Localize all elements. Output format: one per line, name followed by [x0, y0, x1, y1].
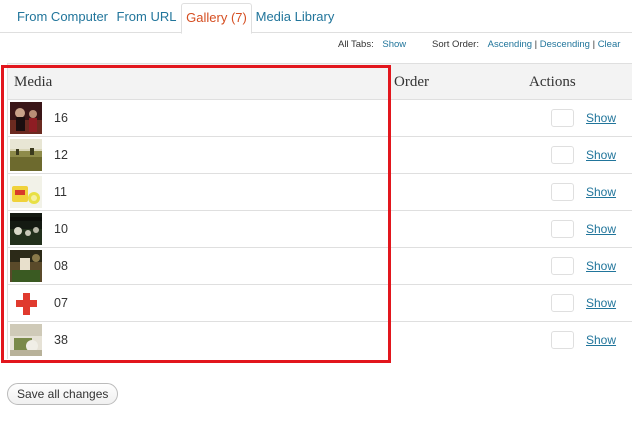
media-title: 08 [54, 259, 68, 273]
column-header-media: Media [14, 74, 53, 90]
menu-order-input[interactable] [551, 331, 574, 349]
show-link[interactable]: Show [586, 248, 616, 284]
sort-ascending-link[interactable]: Ascending [488, 39, 532, 50]
media-title: 12 [54, 148, 68, 162]
sort-order-label: Sort Order: [432, 39, 479, 50]
media-thumbnail[interactable] [10, 102, 42, 134]
all-tabs-label: All Tabs: [338, 39, 374, 50]
media-thumbnail[interactable] [10, 213, 42, 245]
menu-order-input[interactable] [551, 294, 574, 312]
table-row: 38 Show [8, 322, 632, 359]
show-link[interactable]: Show [586, 322, 616, 358]
column-header-order: Order [394, 74, 429, 90]
sort-order-option: Sort Order: Ascending | Descending | Cle… [432, 37, 620, 53]
media-thumbnail[interactable] [10, 176, 42, 208]
table-header: Media Order Actions [8, 64, 632, 100]
show-link[interactable]: Show [586, 137, 616, 173]
media-title: 16 [54, 111, 68, 125]
menu-order-input[interactable] [551, 183, 574, 201]
table-row: 07 Show [8, 285, 632, 322]
media-title: 11 [54, 185, 67, 199]
table-row: 16 Show [8, 100, 632, 137]
menu-order-input[interactable] [551, 257, 574, 275]
show-link[interactable]: Show [586, 285, 616, 321]
show-link[interactable]: Show [586, 211, 616, 247]
sort-clear-link[interactable]: Clear [598, 39, 621, 50]
gallery-table: Media Order Actions 16 Show 12 Show 11 S… [7, 63, 632, 359]
table-row: 12 Show [8, 137, 632, 174]
menu-order-input[interactable] [551, 146, 574, 164]
media-title: 10 [54, 222, 68, 236]
menu-order-input[interactable] [551, 109, 574, 127]
column-header-actions: Actions [529, 74, 576, 90]
media-thumbnail[interactable] [10, 250, 42, 282]
separator: | [534, 39, 538, 50]
table-row: 11 Show [8, 174, 632, 211]
save-all-changes-button[interactable]: Save all changes [7, 383, 119, 405]
show-link[interactable]: Show [586, 100, 616, 136]
media-title: 07 [54, 296, 68, 310]
table-row: 10 Show [8, 211, 632, 248]
tab-from-computer[interactable]: From Computer [12, 3, 113, 33]
all-tabs-show-link[interactable]: Show [382, 39, 406, 50]
all-tabs-option: All Tabs: Show [338, 37, 406, 53]
media-thumbnail[interactable] [10, 287, 42, 319]
sort-descending-link[interactable]: Descending [540, 39, 590, 50]
media-title: 38 [54, 333, 68, 347]
tab-media-library[interactable]: Media Library [252, 3, 338, 33]
separator: | [592, 39, 596, 50]
media-thumbnail[interactable] [10, 324, 42, 356]
media-thumbnail[interactable] [10, 139, 42, 171]
tab-from-url[interactable]: From URL [113, 3, 180, 33]
media-tabs: From Computer From URL Gallery (7) Media… [0, 0, 632, 34]
media-upload-dialog: From Computer From URL Gallery (7) Media… [0, 0, 632, 421]
menu-order-input[interactable] [551, 220, 574, 238]
show-link[interactable]: Show [586, 174, 616, 210]
tab-gallery[interactable]: Gallery (7) [181, 3, 252, 34]
table-row: 08 Show [8, 248, 632, 285]
